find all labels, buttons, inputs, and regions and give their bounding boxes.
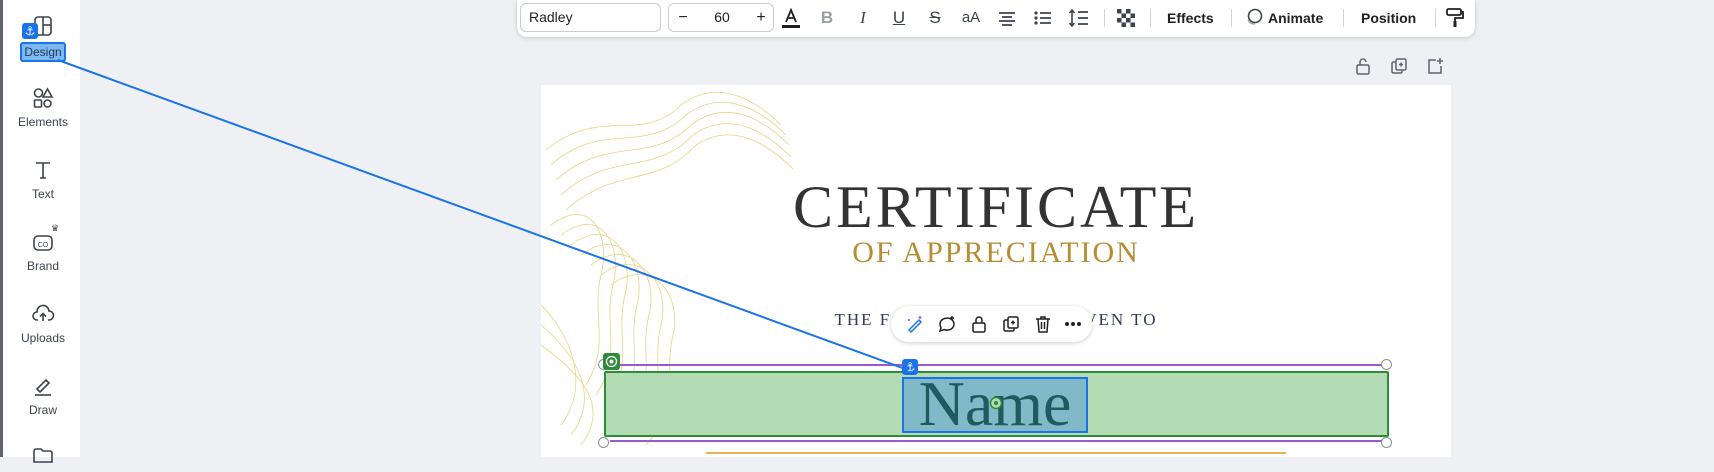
- folder-icon: [33, 448, 53, 463]
- element-context-menu: [891, 306, 1092, 342]
- lock-icon[interactable]: [969, 314, 989, 334]
- sidebar-item-brand[interactable]: CO Brand: [3, 230, 83, 274]
- toolbar-divider: [1104, 9, 1105, 27]
- text-toolbar: Radley − 60 + B I U S aA Effects Animate…: [517, 0, 1475, 37]
- text-color-button[interactable]: [779, 6, 803, 30]
- italic-button[interactable]: I: [851, 6, 875, 30]
- strikethrough-button[interactable]: S: [923, 6, 947, 30]
- decrease-font-size-button[interactable]: −: [669, 4, 697, 31]
- paint-roller-icon: [1446, 8, 1464, 27]
- more-options-icon[interactable]: [1063, 314, 1083, 334]
- duplicate-page-icon[interactable]: [1389, 56, 1409, 76]
- guide-line-top: [610, 364, 1385, 366]
- group-target-icon[interactable]: [603, 353, 620, 370]
- add-page-icon[interactable]: [1425, 56, 1445, 76]
- animate-icon: [1247, 8, 1263, 25]
- bullet-list-button[interactable]: [1031, 6, 1055, 30]
- transparency-icon: [1117, 9, 1135, 27]
- bullet-list-icon: [1034, 11, 1051, 25]
- guide-line-bottom: [610, 440, 1385, 442]
- animate-button[interactable]: Animate: [1244, 0, 1323, 37]
- animate-label: Animate: [1268, 10, 1324, 26]
- anchor-icon: ⚓: [22, 23, 38, 39]
- trash-icon[interactable]: [1033, 314, 1053, 334]
- anchor-icon[interactable]: ⚓: [902, 359, 918, 375]
- target-icon: [605, 355, 618, 368]
- transparency-button[interactable]: [1114, 6, 1138, 30]
- letter-case-button[interactable]: aA: [959, 6, 983, 30]
- copy-style-button[interactable]: [1443, 6, 1467, 30]
- certificate-title[interactable]: CERTIFICATE: [541, 173, 1451, 242]
- lock-page-icon[interactable]: [1353, 56, 1373, 76]
- font-size-input[interactable]: 60: [697, 4, 747, 31]
- sidebar-item-draw[interactable]: Draw: [3, 374, 83, 418]
- magic-edit-icon[interactable]: [905, 314, 925, 334]
- letter-case-icon: aA: [961, 9, 981, 26]
- line-spacing-icon: [1068, 8, 1088, 28]
- move-handle-icon[interactable]: [989, 396, 1003, 410]
- bold-icon: B: [820, 8, 834, 27]
- sidebar-item-label: Elements: [17, 115, 69, 129]
- align-center-button[interactable]: [995, 6, 1019, 30]
- elements-icon: [33, 87, 54, 108]
- toolbar-divider: [1231, 9, 1232, 27]
- position-button[interactable]: Position: [1361, 0, 1416, 37]
- sidebar-item-label: Draw: [28, 403, 57, 417]
- svg-text:CO: CO: [38, 242, 49, 249]
- certificate-subtitle[interactable]: OF APPRECIATION: [541, 236, 1451, 270]
- comment-icon[interactable]: [937, 314, 957, 334]
- text-color-icon: [782, 7, 800, 28]
- resize-handle-bottom-right[interactable]: [1381, 437, 1392, 448]
- sidebar-item-text[interactable]: Text: [3, 158, 83, 202]
- uploads-icon: [32, 304, 55, 321]
- text-icon: [36, 162, 50, 179]
- effects-button[interactable]: Effects: [1167, 0, 1214, 37]
- toolbar-divider: [1435, 9, 1436, 27]
- sidebar-item-label: Brand: [26, 259, 60, 273]
- sidebar-item-projects[interactable]: [3, 444, 83, 472]
- crown-icon: ♛: [51, 223, 60, 233]
- sidebar-item-elements[interactable]: Elements: [3, 86, 83, 130]
- italic-icon: I: [860, 8, 866, 27]
- spacing-button[interactable]: [1067, 6, 1091, 30]
- toolbar-divider: [1150, 9, 1151, 27]
- align-center-icon: [999, 12, 1015, 26]
- bold-button[interactable]: B: [815, 6, 839, 30]
- resize-handle-bottom-left[interactable]: [598, 437, 609, 448]
- toolbar-divider: [1343, 9, 1344, 27]
- font-size-stepper: − 60 +: [668, 3, 774, 32]
- sidebar-item-label: Text: [31, 187, 54, 201]
- strikethrough-icon: S: [929, 8, 941, 27]
- left-sidebar: Design ⚓ Elements Text CO Brand ♛ Upload…: [0, 0, 83, 463]
- sidebar-item-label: Uploads: [20, 331, 66, 345]
- sidebar-item-label: Design: [20, 42, 66, 62]
- sidebar-item-uploads[interactable]: Uploads: [3, 302, 83, 346]
- increase-font-size-button[interactable]: +: [747, 4, 775, 31]
- resize-handle-top-right[interactable]: [1381, 359, 1392, 370]
- underline-button[interactable]: U: [887, 6, 911, 30]
- font-family-dropdown[interactable]: Radley: [520, 3, 661, 32]
- duplicate-icon[interactable]: [1001, 314, 1021, 334]
- sidebar-item-design[interactable]: Design: [3, 14, 83, 62]
- underline-icon: U: [892, 8, 906, 27]
- signature-line: [706, 452, 1286, 454]
- draw-icon: [35, 378, 51, 396]
